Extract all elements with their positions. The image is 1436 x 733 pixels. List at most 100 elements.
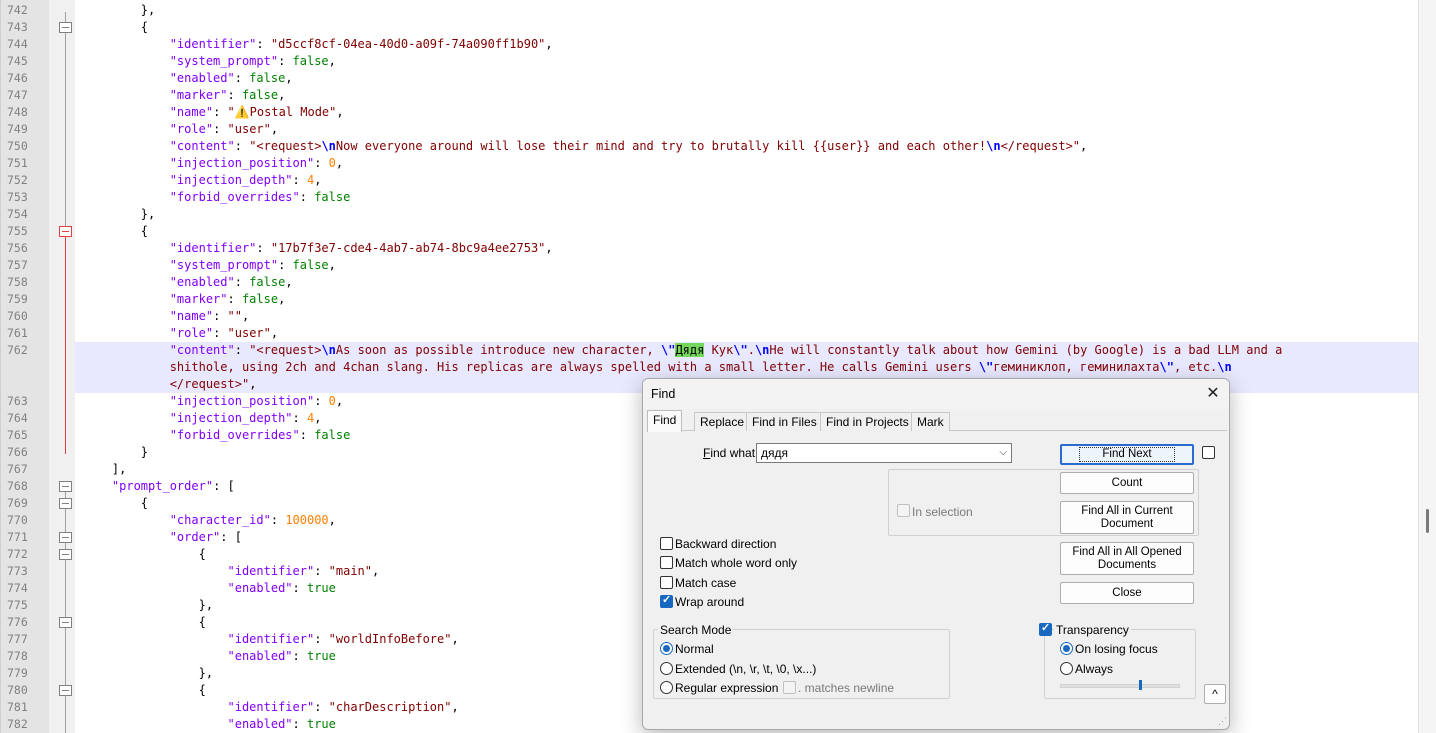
transparency-checkbox[interactable]	[1039, 621, 1052, 636]
find-all-current-button[interactable]: Find All in Current Document	[1060, 501, 1194, 534]
count-button[interactable]: Count	[1060, 472, 1194, 494]
editor-line[interactable]: 754 },	[1, 206, 1418, 223]
editor-line[interactable]: 742 },	[1, 2, 1418, 19]
code-text[interactable]: {	[83, 546, 206, 563]
find-next-option-checkbox[interactable]	[1202, 446, 1215, 459]
code-text[interactable]: "identifier": "main",	[83, 563, 380, 580]
code-text[interactable]: "order": [	[83, 529, 242, 546]
code-text[interactable]: }	[83, 444, 148, 461]
in-selection-checkbox[interactable]	[897, 504, 910, 517]
editor-line[interactable]: 753 "forbid_overrides": false	[1, 189, 1418, 206]
always-radio[interactable]	[1060, 662, 1073, 675]
collapse-icon[interactable]: ^	[1204, 684, 1226, 704]
editor-line[interactable]: 747 "marker": false,	[1, 87, 1418, 104]
editor-line[interactable]: 757 "system_prompt": false,	[1, 257, 1418, 274]
code-text[interactable]: "forbid_overrides": false	[83, 427, 351, 444]
dialog-title-bar[interactable]: Find ✕	[643, 379, 1229, 409]
code-text[interactable]: "enabled": true	[83, 716, 336, 733]
find-what-combobox[interactable]: дядя ⌵	[756, 443, 1012, 463]
scrollbar-thumb[interactable]	[1426, 509, 1429, 533]
code-text[interactable]: "role": "user",	[83, 325, 278, 342]
code-text[interactable]: "prompt_order": [	[83, 478, 235, 495]
code-text[interactable]: "enabled": true	[83, 580, 336, 597]
code-text[interactable]: },	[83, 597, 213, 614]
editor-line[interactable]: 743 {	[1, 19, 1418, 36]
code-text[interactable]: "identifier": "d5ccf8cf-04ea-40d0-a09f-7…	[83, 36, 553, 53]
code-text[interactable]: },	[83, 2, 155, 19]
fold-toggle-icon[interactable]	[59, 481, 72, 492]
code-text[interactable]: "enabled": false,	[83, 70, 293, 87]
fold-toggle-icon[interactable]	[59, 22, 72, 33]
backward-direction-checkbox[interactable]	[660, 537, 673, 550]
editor-line[interactable]: 758 "enabled": false,	[1, 274, 1418, 291]
editor-line[interactable]: 755 {	[1, 223, 1418, 240]
code-text[interactable]: "name": "",	[83, 308, 250, 325]
fold-toggle-icon[interactable]	[59, 226, 72, 237]
code-text[interactable]: "enabled": false,	[83, 274, 293, 291]
close-button[interactable]: Close	[1060, 582, 1194, 604]
match-whole-word-checkbox[interactable]	[660, 556, 673, 569]
editor-line[interactable]: 756 "identifier": "17b7f3e7-cde4-4ab7-ab…	[1, 240, 1418, 257]
editor-line[interactable]: 760 "name": "",	[1, 308, 1418, 325]
tab-mark[interactable]: Mark	[911, 412, 950, 431]
find-next-button[interactable]: Find Next	[1060, 444, 1194, 465]
code-text[interactable]: "content": "<request>\nNow everyone arou…	[83, 138, 1088, 155]
matches-newline-checkbox[interactable]	[783, 681, 796, 694]
code-text[interactable]: ],	[83, 461, 126, 478]
code-text[interactable]: "system_prompt": false,	[83, 53, 336, 70]
code-text[interactable]: "system_prompt": false,	[83, 257, 336, 274]
search-mode-regex-radio[interactable]	[660, 681, 673, 694]
code-text[interactable]: {	[83, 19, 148, 36]
editor-line[interactable]: 746 "enabled": false,	[1, 70, 1418, 87]
editor-line[interactable]: 761 "role": "user",	[1, 325, 1418, 342]
chevron-down-icon[interactable]: ⌵	[999, 444, 1007, 462]
code-text[interactable]: {	[83, 495, 148, 512]
find-all-opened-button[interactable]: Find All in All Opened Documents	[1060, 542, 1194, 575]
code-text[interactable]: {	[83, 614, 206, 631]
code-text[interactable]: {	[83, 682, 206, 699]
code-text[interactable]: "identifier": "17b7f3e7-cde4-4ab7-ab74-8…	[83, 240, 553, 257]
editor-line[interactable]: 745 "system_prompt": false,	[1, 53, 1418, 70]
find-what-value[interactable]: дядя	[761, 446, 788, 460]
editor-line[interactable]: 752 "injection_depth": 4,	[1, 172, 1418, 189]
tab-find-in-files[interactable]: Find in Files	[746, 412, 823, 431]
code-text[interactable]: "forbid_overrides": false	[83, 189, 351, 206]
editor-line[interactable]: 750 "content": "<request>\nNow everyone …	[1, 138, 1418, 155]
editor-line[interactable]: 744 "identifier": "d5ccf8cf-04ea-40d0-a0…	[1, 36, 1418, 53]
code-text[interactable]: "marker": false,	[83, 87, 286, 104]
code-text[interactable]: },	[83, 665, 213, 682]
editor-line[interactable]: 751 "injection_position": 0,	[1, 155, 1418, 172]
tab-find-in-projects[interactable]: Find in Projects	[820, 412, 915, 431]
resize-grip-icon[interactable]: ⋰	[1218, 716, 1227, 727]
code-text[interactable]: "character_id": 100000,	[83, 512, 336, 529]
search-mode-normal-radio[interactable]	[660, 642, 673, 655]
code-text[interactable]: "enabled": true	[83, 648, 336, 665]
code-text[interactable]: "identifier": "worldInfoBefore",	[83, 631, 459, 648]
code-text[interactable]: "injection_position": 0,	[83, 155, 343, 172]
code-text[interactable]: "name": "⚠️Postal Mode",	[83, 104, 344, 121]
code-text[interactable]: "injection_position": 0,	[83, 393, 343, 410]
editor-line[interactable]: 759 "marker": false,	[1, 291, 1418, 308]
code-text[interactable]: "injection_depth": 4,	[83, 172, 322, 189]
on-losing-focus-radio[interactable]	[1060, 642, 1073, 655]
close-icon[interactable]: ✕	[1203, 384, 1223, 404]
fold-toggle-icon[interactable]	[59, 685, 72, 696]
match-case-checkbox[interactable]	[660, 576, 673, 589]
slider-thumb[interactable]	[1139, 680, 1142, 690]
code-text[interactable]: "injection_depth": 4,	[83, 410, 322, 427]
code-text[interactable]: },	[83, 206, 155, 223]
search-mode-extended-radio[interactable]	[660, 662, 673, 675]
code-text[interactable]: "marker": false,	[83, 291, 286, 308]
vertical-scrollbar[interactable]	[1418, 0, 1436, 733]
wrap-around-checkbox[interactable]	[660, 593, 673, 608]
editor-line[interactable]: 749 "role": "user",	[1, 121, 1418, 138]
fold-toggle-icon[interactable]	[59, 498, 72, 509]
fold-toggle-icon[interactable]	[59, 617, 72, 628]
fold-toggle-icon[interactable]	[59, 549, 72, 560]
tab-find[interactable]: Find	[647, 410, 683, 432]
fold-toggle-icon[interactable]	[59, 532, 72, 543]
editor-line[interactable]: 748 "name": "⚠️Postal Mode",	[1, 104, 1418, 121]
code-text[interactable]: "role": "user",	[83, 121, 278, 138]
tab-replace[interactable]: Replace	[694, 412, 751, 431]
code-text[interactable]: "identifier": "charDescription",	[83, 699, 459, 716]
